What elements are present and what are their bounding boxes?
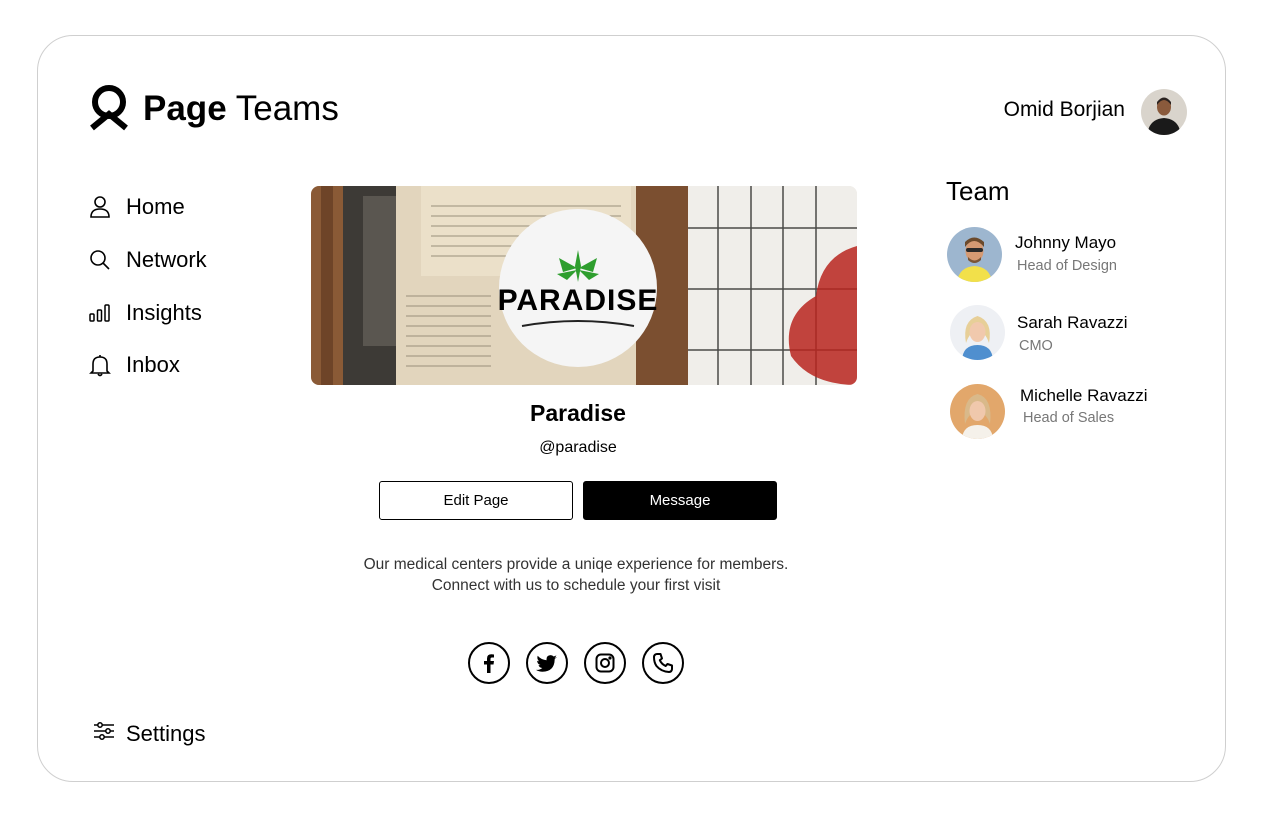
brand-logo[interactable]: Page Teams (89, 84, 339, 134)
nav-settings[interactable]: Settings (93, 720, 206, 747)
nav-insights[interactable]: Insights (89, 300, 202, 326)
nav-label: Home (126, 194, 185, 219)
search-icon (89, 248, 111, 272)
nav-inbox[interactable]: Inbox (89, 352, 180, 378)
logo-underline (521, 320, 635, 327)
edit-page-button[interactable]: Edit Page (379, 481, 573, 520)
member-name: Michelle Ravazzi (1020, 386, 1148, 405)
avatar[interactable] (950, 305, 1005, 360)
member-role: Head of Design (1017, 258, 1117, 274)
page-title: Paradise (530, 400, 626, 426)
twitter-button[interactable] (526, 642, 568, 684)
instagram-icon (595, 653, 615, 673)
sliders-icon (93, 720, 115, 747)
user-name: Omid Borjian (1003, 98, 1125, 121)
settings-label: Settings (126, 720, 206, 746)
team-title: Team (946, 176, 1010, 206)
twitter-icon (536, 655, 557, 672)
leaf-icon (557, 250, 599, 282)
page-teams-logo-icon (90, 85, 128, 131)
bar-chart-icon (89, 301, 111, 325)
message-button[interactable]: Message (583, 481, 777, 520)
bell-icon (89, 353, 111, 377)
avatar[interactable] (947, 227, 1002, 282)
phone-icon (653, 653, 673, 673)
user-avatar[interactable] (1141, 89, 1187, 135)
member-name: Sarah Ravazzi (1017, 313, 1128, 332)
instagram-button[interactable] (584, 642, 626, 684)
member-name: Johnny Mayo (1015, 233, 1117, 252)
member-role: CMO (1019, 338, 1053, 354)
nav-home[interactable]: Home (89, 194, 185, 220)
page-description-line-2: Connect with us to schedule your first v… (431, 577, 721, 594)
avatar[interactable] (950, 384, 1005, 439)
facebook-icon (484, 654, 494, 673)
page-logo: PARADISE (497, 209, 659, 367)
facebook-button[interactable] (468, 642, 510, 684)
person-icon (89, 195, 111, 219)
page-handle: @paradise (539, 439, 617, 456)
brand-name: Page Teams (143, 89, 339, 128)
nav-label: Inbox (126, 352, 180, 377)
page-description-line-1: Our medical centers provide a uniqe expe… (363, 556, 789, 573)
page-logo-text: PARADISE (497, 284, 659, 317)
nav-network[interactable]: Network (89, 247, 207, 273)
nav-label: Network (126, 247, 207, 272)
nav-label: Insights (126, 300, 202, 325)
phone-button[interactable] (642, 642, 684, 684)
member-role: Head of Sales (1023, 410, 1115, 426)
